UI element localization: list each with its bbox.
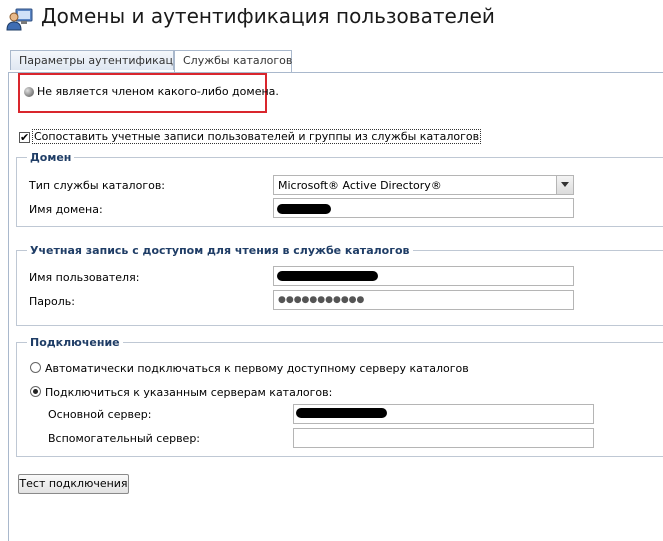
page-title: Домены и аутентификация пользователей bbox=[41, 4, 495, 28]
tab-auth-settings[interactable]: Параметры аутентификации bbox=[10, 50, 187, 70]
specific-servers-label[interactable]: Подключиться к указанным серверам катало… bbox=[45, 386, 332, 399]
directory-type-select[interactable]: Microsoft® Active Directory® bbox=[273, 175, 574, 195]
readonly-account-group bbox=[16, 250, 663, 326]
domain-name-label: Имя домена: bbox=[29, 203, 103, 216]
auto-connect-radio[interactable] bbox=[30, 362, 41, 373]
specific-servers-radio[interactable] bbox=[30, 386, 41, 397]
password-input[interactable]: ●●●●●●●●●●● bbox=[273, 290, 574, 310]
redacted-value bbox=[277, 271, 378, 281]
map-accounts-label[interactable]: Сопоставить учетные записи пользователей… bbox=[31, 129, 482, 144]
tab-directory-services[interactable]: Службы каталогов bbox=[174, 50, 292, 73]
primary-server-label: Основной сервер: bbox=[48, 408, 152, 421]
directory-type-value: Microsoft® Active Directory® bbox=[278, 179, 442, 192]
secondary-server-label: Вспомогательный сервер: bbox=[48, 432, 201, 445]
readonly-account-legend: Учетная запись с доступом для чтения в с… bbox=[27, 244, 413, 257]
status-gray-dot-icon bbox=[24, 87, 34, 97]
page-header: Домены и аутентификация пользователей bbox=[0, 0, 663, 38]
auto-connect-label[interactable]: Автоматически подключаться к первому дос… bbox=[45, 362, 469, 375]
redacted-value bbox=[296, 408, 387, 418]
directory-type-label: Тип службы каталогов: bbox=[29, 179, 166, 192]
connection-legend: Подключение bbox=[27, 336, 123, 349]
domain-status-text: Не является членом какого-либо домена. bbox=[37, 85, 279, 98]
secondary-server-input[interactable] bbox=[293, 428, 594, 448]
domain-name-input[interactable] bbox=[273, 198, 574, 218]
password-mask: ●●●●●●●●●●● bbox=[278, 295, 365, 305]
username-input[interactable] bbox=[273, 266, 574, 286]
primary-server-input[interactable] bbox=[293, 404, 594, 424]
chevron-down-icon[interactable] bbox=[556, 176, 573, 194]
users-domain-icon bbox=[6, 6, 34, 32]
map-accounts-checkbox[interactable]: ✔ bbox=[19, 132, 30, 143]
redacted-value bbox=[277, 204, 331, 214]
password-label: Пароль: bbox=[29, 295, 75, 308]
test-connection-button[interactable]: Тест подключения bbox=[18, 474, 129, 494]
domain-legend: Домен bbox=[27, 151, 75, 164]
username-label: Имя пользователя: bbox=[29, 271, 140, 284]
